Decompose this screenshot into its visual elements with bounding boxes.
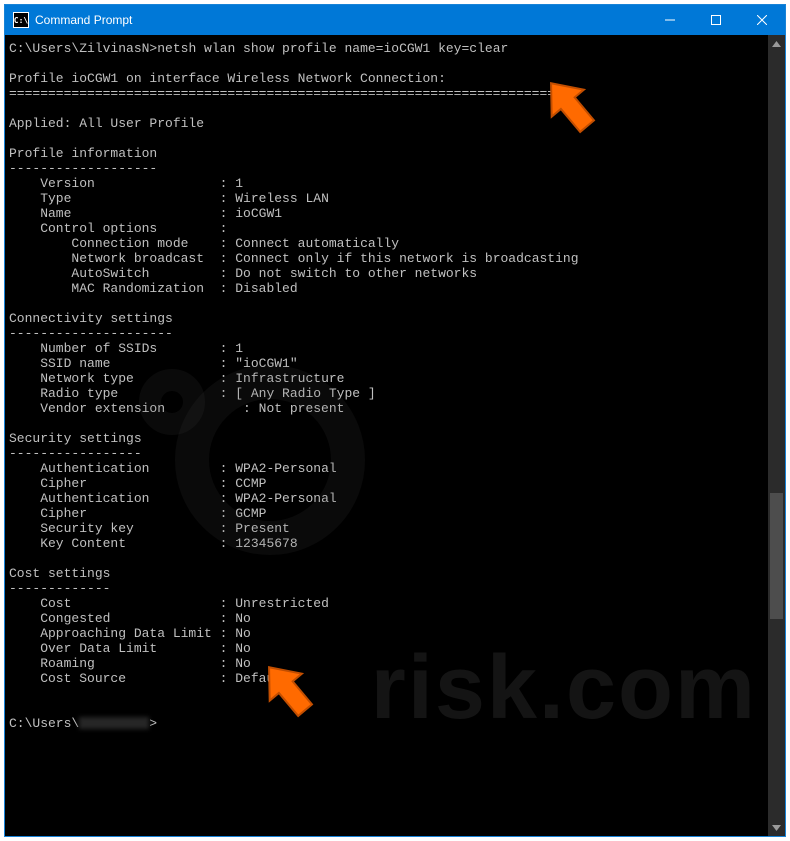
cmd-icon: C:\ [13, 12, 29, 28]
kv-num-ssids: Number of SSIDs : 1 [9, 341, 243, 356]
kv-version: Version : 1 [9, 176, 243, 191]
redacted-username [79, 717, 149, 729]
kv-key-content: Key Content : 12345678 [9, 536, 298, 551]
scroll-down-arrow-icon[interactable] [768, 819, 785, 836]
section-security: Security settings [9, 431, 142, 446]
kv-cipher-2: Cipher : GCMP [9, 506, 266, 521]
section-profile-info: Profile information [9, 146, 157, 161]
kv-roaming: Roaming : No [9, 656, 251, 671]
vertical-scrollbar[interactable] [768, 35, 785, 836]
kv-auth-2: Authentication : WPA2-Personal [9, 491, 337, 506]
prompt-line-2: C:\Users\> [9, 716, 157, 731]
section-connectivity: Connectivity settings [9, 311, 173, 326]
kv-type: Type : Wireless LAN [9, 191, 329, 206]
kv-approaching: Approaching Data Limit : No [9, 626, 251, 641]
kv-cipher-1: Cipher : CCMP [9, 476, 266, 491]
client-area: C:\Users\ZilvinasN>netsh wlan show profi… [5, 35, 785, 836]
header-rule: ========================================… [9, 86, 563, 101]
kv-cost: Cost : Unrestricted [9, 596, 329, 611]
terminal-output[interactable]: C:\Users\ZilvinasN>netsh wlan show profi… [5, 35, 768, 836]
kv-name: Name : ioCGW1 [9, 206, 282, 221]
section-cost: Cost settings [9, 566, 110, 581]
kv-auth-1: Authentication : WPA2-Personal [9, 461, 337, 476]
maximize-button[interactable] [693, 5, 739, 35]
minimize-button[interactable] [647, 5, 693, 35]
command-prompt-window: C:\ Command Prompt C:\Users\ZilvinasN>ne… [4, 4, 786, 837]
profile-header: Profile ioCGW1 on interface Wireless Net… [9, 71, 446, 86]
kv-network-type: Network type : Infrastructure [9, 371, 344, 386]
applied-line: Applied: All User Profile [9, 116, 204, 131]
close-button[interactable] [739, 5, 785, 35]
kv-security-key: Security key : Present [9, 521, 290, 536]
scroll-up-arrow-icon[interactable] [768, 35, 785, 52]
kv-autoswitch: AutoSwitch : Do not switch to other netw… [9, 266, 477, 281]
kv-congested: Congested : No [9, 611, 251, 626]
prompt-line-1: C:\Users\ZilvinasN>netsh wlan show profi… [9, 41, 508, 56]
kv-mac-randomization: MAC Randomization : Disabled [9, 281, 298, 296]
kv-ssid-name: SSID name : "ioCGW1" [9, 356, 298, 371]
kv-radio-type: Radio type : [ Any Radio Type ] [9, 386, 376, 401]
kv-cost-source: Cost Source : Default [9, 671, 290, 686]
kv-connection-mode: Connection mode : Connect automatically [9, 236, 399, 251]
kv-vendor-ext: Vendor extension : Not present [9, 401, 344, 416]
scroll-thumb[interactable] [770, 493, 783, 619]
titlebar[interactable]: C:\ Command Prompt [5, 5, 785, 35]
kv-network-broadcast: Network broadcast : Connect only if this… [9, 251, 579, 266]
kv-control-options: Control options : [9, 221, 227, 236]
kv-over-limit: Over Data Limit : No [9, 641, 251, 656]
window-title: Command Prompt [35, 13, 132, 27]
